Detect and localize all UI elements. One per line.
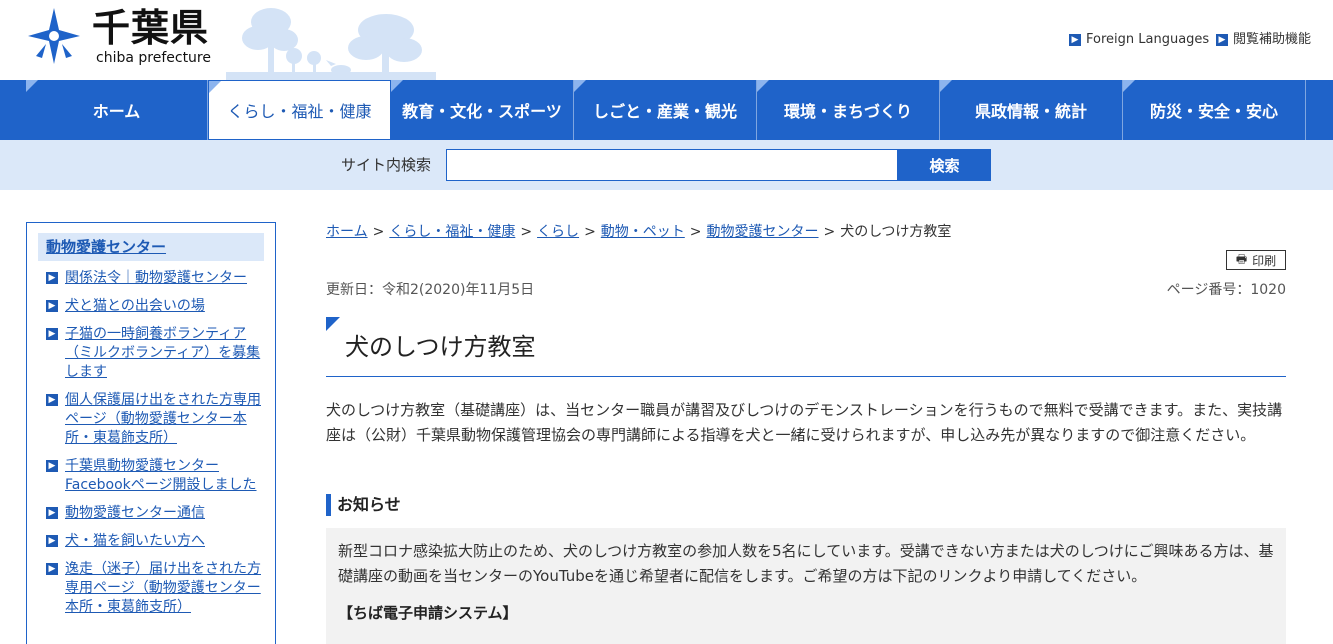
breadcrumb-link[interactable]: 動物・ペット <box>601 224 685 240</box>
sidebar-item-label: 犬と猫との出会いの場 <box>65 298 205 314</box>
corner-decoration <box>940 80 952 92</box>
breadcrumb-link[interactable]: ホーム <box>326 224 368 240</box>
breadcrumb-current: 犬のしつけ方教室 <box>840 224 952 240</box>
nav-item-living[interactable]: くらし・福祉・健康 <box>208 80 391 140</box>
sidebar-item[interactable]: ▶ 逸走（迷子）届け出をされた方専用ページ（動物愛護センター本所・東葛飾支所） <box>38 560 264 617</box>
intro-text: 犬のしつけ方教室（基礎講座）は、当センター職員が講習及びしつけのデモンストレーシ… <box>326 401 1283 444</box>
site-header: 千葉県 chiba prefecture ▶ Foreign Languages… <box>0 0 1333 80</box>
corner-decoration <box>574 80 586 92</box>
corner-decoration <box>757 80 769 92</box>
breadcrumb-separator: > <box>689 224 702 240</box>
nav-item-home[interactable]: ホーム <box>26 80 208 140</box>
search-button[interactable]: 検索 <box>898 149 991 181</box>
page-title-box: 犬のしつけ方教室 <box>326 317 1286 377</box>
sidebar-item-label: 逸走（迷子）届け出をされた方専用ページ（動物愛護センター本所・東葛飾支所） <box>65 561 261 615</box>
breadcrumb-link[interactable]: くらし <box>537 224 579 240</box>
chevron-right-icon: ▶ <box>46 328 58 340</box>
site-logo[interactable]: 千葉県 chiba prefecture <box>26 6 226 70</box>
foreign-languages-label: Foreign Languages <box>1086 32 1210 47</box>
sidebar-item-label: 個人保護届け出をされた方専用ページ（動物愛護センター本所・東葛飾支所） <box>65 392 261 446</box>
nav-item-education[interactable]: 教育・文化・スポーツ <box>391 80 574 140</box>
sidebar-item-label: 動物愛護センター通信 <box>65 505 205 521</box>
nav-item-label: ホーム <box>92 102 141 121</box>
sidebar: 動物愛護センター ▶ 関係法令｜動物愛護センター ▶ 犬と猫との出会いの場 ▶ 子猫の… <box>26 222 276 644</box>
chevron-right-icon: ▶ <box>46 507 58 519</box>
sidebar-item-label: 千葉県動物愛護センターFacebookページ開設しました <box>65 458 257 493</box>
breadcrumb-separator: > <box>520 224 533 240</box>
global-nav: ホーム くらし・福祉・健康 教育・文化・スポーツ しごと・産業・観光 環境・まち… <box>0 80 1333 140</box>
accessibility-label: 閲覧補助機能 <box>1233 32 1312 47</box>
page-number: ページ番号：1020 <box>1166 282 1286 298</box>
sidebar-item[interactable]: ▶ 犬・猫を飼いたい方へ <box>38 532 264 551</box>
chevron-right-icon: ▶ <box>46 535 58 547</box>
print-label: 印刷 <box>1252 253 1277 268</box>
sidebar-item-label: 犬・猫を飼いたい方へ <box>65 533 205 549</box>
sidebar-item-label: 子猫の一時飼養ボランティア（ミルクボランティア）を募集します <box>65 326 261 380</box>
logo-subtitle: chiba prefecture <box>96 50 211 66</box>
nav-item-label: しごと・産業・観光 <box>592 102 737 121</box>
corner-decoration <box>26 80 38 92</box>
chevron-right-icon: ▶ <box>46 300 58 312</box>
chevron-right-icon: ▶ <box>1069 34 1081 46</box>
sidebar-item[interactable]: ▶ 個人保護届け出をされた方専用ページ（動物愛護センター本所・東葛飾支所） <box>38 391 264 448</box>
corner-decoration <box>1123 80 1135 92</box>
breadcrumb-link[interactable]: くらし・福祉・健康 <box>389 224 515 240</box>
breadcrumb-separator: > <box>823 224 836 240</box>
nav-item-label: くらし・福祉・健康 <box>227 102 372 121</box>
chevron-right-icon: ▶ <box>46 563 58 575</box>
nav-item-government[interactable]: 県政情報・統計 <box>940 80 1123 140</box>
updated-date: 更新日：令和2(2020)年11月5日 <box>326 282 535 298</box>
search-label: サイト内検索 <box>341 156 432 174</box>
foreign-languages-link[interactable]: ▶ Foreign Languages <box>1069 31 1209 49</box>
corner-decoration <box>326 317 340 331</box>
nav-item-label: 防災・安全・安心 <box>1149 102 1278 121</box>
decorative-illustration <box>226 8 436 80</box>
breadcrumb-link[interactable]: 動物愛護センター <box>707 224 819 240</box>
printer-icon: 🖶 <box>1235 251 1248 266</box>
notice-subheading: 【ちば電子申請システム】 <box>338 604 518 622</box>
nav-item-safety[interactable]: 防災・安全・安心 <box>1123 80 1306 140</box>
nav-item-label: 環境・まちづくり <box>783 102 912 121</box>
sidebar-item-label: 関係法令｜動物愛護センター <box>65 270 247 286</box>
page-title: 犬のしつけ方教室 <box>345 333 536 361</box>
corner-decoration <box>209 81 221 93</box>
chevron-right-icon: ▶ <box>1216 34 1228 46</box>
print-button[interactable]: 🖶 印刷 <box>1226 250 1286 270</box>
accessibility-link[interactable]: ▶ 閲覧補助機能 <box>1216 31 1311 49</box>
chevron-right-icon: ▶ <box>46 394 58 406</box>
sidebar-item[interactable]: ▶ 犬と猫との出会いの場 <box>38 297 264 316</box>
notice-heading: お知らせ <box>326 494 401 516</box>
breadcrumb-separator: > <box>372 224 385 240</box>
sidebar-list: ▶ 関係法令｜動物愛護センター ▶ 犬と猫との出会いの場 ▶ 子猫の一時飼養ボランティ… <box>38 269 264 617</box>
notice-text: 新型コロナ感染拡大防止のため、犬のしつけ方教室の参加人数を5名にしています。受講… <box>338 542 1274 585</box>
breadcrumb: ホーム > くらし・福祉・健康 > くらし > 動物・ペット > 動物愛護センター > 犬のしつけ方… <box>326 223 951 242</box>
sidebar-item[interactable]: ▶ 関係法令｜動物愛護センター <box>38 269 264 288</box>
nav-item-environment[interactable]: 環境・まちづくり <box>757 80 940 140</box>
chevron-right-icon: ▶ <box>46 272 58 284</box>
sidebar-item[interactable]: ▶ 子猫の一時飼養ボランティア（ミルクボランティア）を募集します <box>38 325 264 382</box>
corner-decoration <box>391 80 403 92</box>
sidebar-heading[interactable]: 動物愛護センター <box>38 233 264 261</box>
sidebar-item[interactable]: ▶ 動物愛護センター通信 <box>38 504 264 523</box>
logo-title: 千葉県 <box>92 6 210 50</box>
chiba-logo-icon <box>28 8 80 64</box>
nav-item-label: 県政情報・統計 <box>974 102 1087 121</box>
breadcrumb-separator: > <box>584 224 596 240</box>
sidebar-item[interactable]: ▶ 千葉県動物愛護センターFacebookページ開設しました <box>38 457 264 495</box>
search-input[interactable] <box>446 149 898 181</box>
notice-box: 新型コロナ感染拡大防止のため、犬のしつけ方教室の参加人数を5名にしています。受講… <box>326 528 1286 644</box>
site-search-bar: サイト内検索 検索 <box>0 140 1333 190</box>
chevron-right-icon: ▶ <box>46 460 58 472</box>
nav-item-work[interactable]: しごと・産業・観光 <box>574 80 757 140</box>
nav-item-label: 教育・文化・スポーツ <box>402 102 562 121</box>
